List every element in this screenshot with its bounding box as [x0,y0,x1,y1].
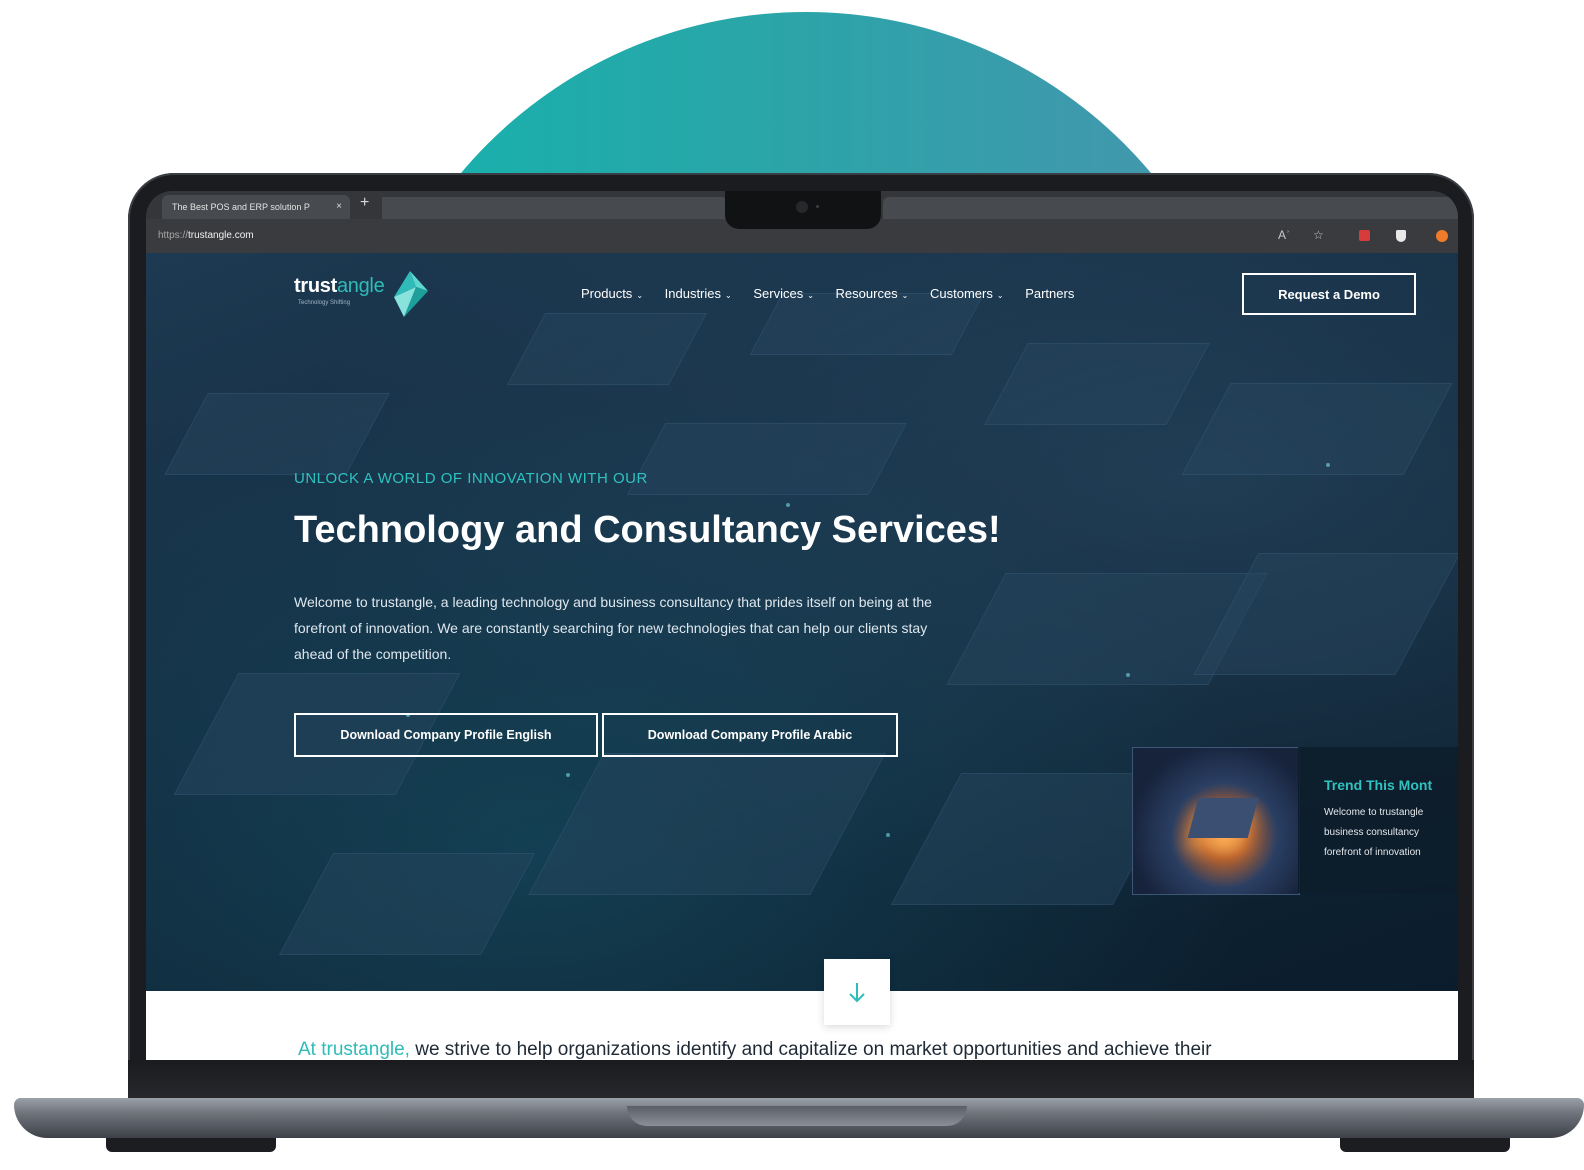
background-tile [506,313,708,385]
extension-icon[interactable] [1359,230,1370,241]
chevron-down-icon: ⌄ [807,291,814,300]
intro-text: At trustangle, we strive to help organiz… [298,1039,1212,1061]
nav-services[interactable]: Services ⌄ [753,286,814,301]
trend-card[interactable]: Trend This Mont Welcome to trustangle bu… [1298,747,1458,893]
logo-text-main: trust [294,275,337,297]
download-profile-english-button[interactable]: Download Company Profile English [294,713,598,757]
background-tile [1181,383,1453,475]
nav-resources[interactable]: Resources ⌄ [836,286,909,301]
new-tab-icon[interactable]: + [360,194,369,212]
tab-title: The Best POS and ERP solution P [172,202,310,212]
laptop-foot [1340,1138,1510,1152]
circuit-light [1126,673,1130,677]
nav-label: Industries [664,286,722,301]
background-tile [1193,553,1458,675]
arrow-down-icon [849,983,865,1003]
laptop-opening-notch [627,1106,967,1126]
url-domain: trustangle.com [188,230,254,241]
nav-label: Products [581,286,633,301]
tab-close-icon[interactable]: × [336,195,342,219]
profile-extension-icon[interactable] [1436,230,1448,242]
nav-products[interactable]: Products ⌄ [581,286,643,301]
trend-line: forefront of innovation [1324,847,1421,858]
scroll-down-button[interactable] [824,959,890,1025]
intro-brand: At trustangle, [298,1039,410,1060]
read-aloud-icon[interactable]: Aʾ [1278,228,1290,242]
tab-strip [382,197,728,219]
site-logo[interactable]: trustangle [294,275,385,298]
laptop-screen: The Best POS and ERP solution P × + http… [146,191,1458,1061]
background-tile [749,293,985,355]
camera-icon [796,201,808,213]
trend-thumbnail[interactable] [1132,747,1300,895]
nav-customers[interactable]: Customers ⌄ [930,286,1004,301]
background-tile [984,343,1210,425]
logo-bird-icon [394,271,428,317]
hero-headline: Technology and Consultancy Services! [294,509,1001,551]
hero-body: Welcome to trustangle, a leading technol… [294,594,932,662]
logo-tagline: Technology Shifting [298,300,351,306]
trend-line: Welcome to trustangle [1324,807,1424,818]
nav-label: Resources [835,286,898,301]
tab-strip [883,197,1458,219]
chip-illustration [1187,798,1259,838]
laptop-foot [106,1138,276,1152]
hero-eyebrow: UNLOCK A WORLD OF INNOVATION WITH OUR [294,470,648,487]
download-profile-arabic-button[interactable]: Download Company Profile Arabic [602,713,898,757]
url-prefix: https:// [158,230,189,241]
shield-extension-icon[interactable] [1396,230,1406,242]
nav-partners[interactable]: Partners [1025,286,1074,301]
trend-excerpt: Welcome to trustangle business consultan… [1324,803,1423,863]
camera-led [816,205,819,208]
chevron-down-icon: ⌄ [725,291,732,300]
background-tile [528,753,886,895]
nav-industries[interactable]: Industries ⌄ [665,286,732,301]
intro-body: we strive to help organizations identify… [409,1039,1212,1060]
chevron-down-icon: ⌄ [901,291,909,300]
circuit-light [566,773,570,777]
circuit-light [786,503,790,507]
circuit-light [886,833,890,837]
circuit-light [1326,463,1330,467]
favorite-star-icon[interactable]: ☆ [1313,228,1324,242]
chevron-down-icon: ⌄ [996,291,1004,300]
trend-title: Trend This Mont [1324,777,1433,793]
nav-label: Customers [930,286,993,301]
chevron-down-icon: ⌄ [636,291,644,300]
nav-label: Partners [1025,286,1075,301]
nav-label: Services [753,286,804,301]
trend-line: business consultancy [1324,827,1420,838]
browser-tab[interactable]: The Best POS and ERP solution P × [162,195,350,219]
background-tile [278,853,536,955]
background-tile [164,393,390,475]
url-text[interactable]: https://trustangle.com [158,230,254,241]
logo-text-accent: angle [336,275,385,297]
hero-section: trustangle Technology Shifting Products ⌄… [146,253,1458,991]
request-demo-button[interactable]: Request a Demo [1242,273,1416,315]
main-nav: Products ⌄ Industries ⌄ Services ⌄ Resource… [581,286,1092,301]
background-tile [626,423,908,495]
